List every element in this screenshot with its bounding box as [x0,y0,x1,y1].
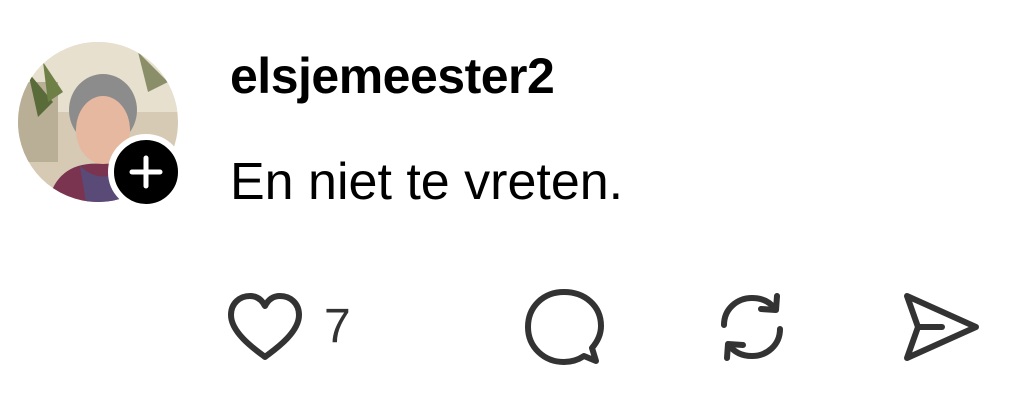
plus-icon [129,155,163,189]
post-actions: 7 [226,284,1006,370]
username[interactable]: elsjemeester2 [230,46,555,106]
repost-icon [721,293,783,361]
repost-button[interactable] [712,284,792,370]
comment-bubble-icon [525,289,604,365]
heart-icon [228,293,302,360]
like-button[interactable]: 7 [226,284,351,370]
share-button[interactable] [898,284,982,370]
comment-button[interactable] [524,284,604,370]
send-icon [904,293,979,361]
follow-button[interactable] [108,134,184,210]
post-text: En niet te vreten. [230,153,624,211]
author-avatar-container[interactable] [18,42,184,210]
like-count: 7 [324,300,351,353]
